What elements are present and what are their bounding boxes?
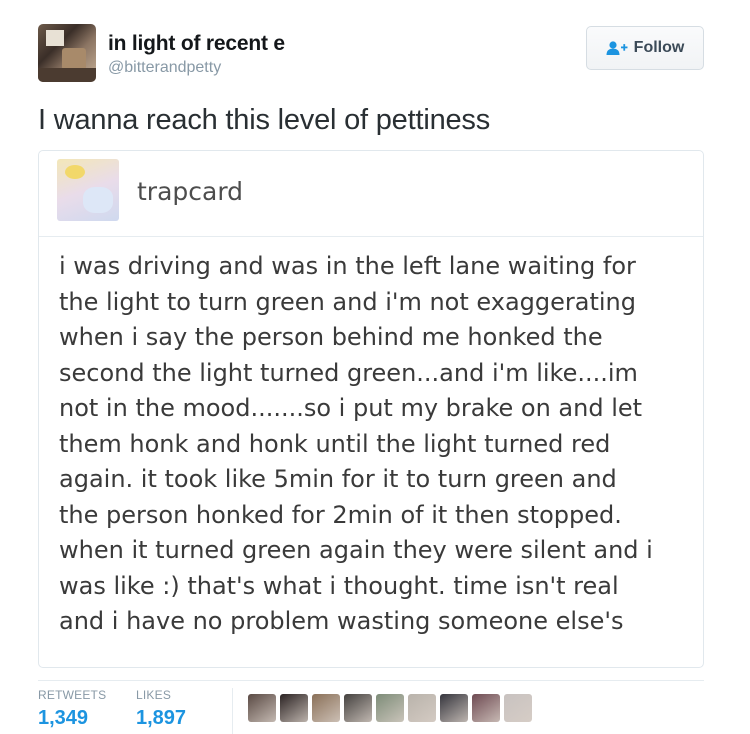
quoted-author-avatar[interactable]: [57, 159, 119, 221]
liker-avatar[interactable]: [312, 694, 340, 722]
liker-avatars: [248, 694, 532, 724]
tweet-header: in light of recent e @bitterandpetty Fol…: [38, 24, 704, 84]
author-avatar[interactable]: [38, 24, 96, 82]
liker-avatar[interactable]: [440, 694, 468, 722]
quoted-post-line: and i have no problem wasting someone el…: [59, 607, 624, 635]
liker-avatar[interactable]: [504, 694, 532, 722]
quoted-post-header: trapcard: [39, 151, 703, 237]
quoted-post-line: second the light turned green...and i'm …: [59, 358, 638, 387]
quoted-post-line: when it turned green again they were sil…: [59, 536, 653, 564]
retweets-count: 1,349: [38, 707, 89, 729]
likes-stat[interactable]: LIKES 1,897: [136, 688, 186, 730]
author-names[interactable]: in light of recent e @bitterandpetty: [108, 32, 285, 77]
liker-avatar[interactable]: [376, 694, 404, 722]
liker-avatar[interactable]: [344, 694, 372, 722]
quoted-post-body: i was driving and was in the left lane w…: [59, 249, 693, 640]
liker-avatar[interactable]: [472, 694, 500, 722]
likes-count: 1,897: [136, 707, 187, 729]
tweet-text: I wanna reach this level of pettiness: [38, 104, 491, 136]
quoted-post-line: was like :) that's what i thought. time …: [59, 571, 619, 600]
divider: [38, 680, 704, 681]
retweets-label: RETWEETS: [38, 688, 107, 702]
quoted-post-line: again. it took like 5min for it to turn …: [59, 465, 617, 493]
quoted-post-line: the person honked for 2min of it then st…: [59, 500, 622, 529]
quoted-post-line: the light to turn green and i'm not exag…: [59, 287, 636, 316]
liker-avatar[interactable]: [280, 694, 308, 722]
follow-button-label: Follow: [633, 39, 685, 56]
author-handle[interactable]: @bitterandpetty: [108, 59, 285, 77]
stats-separator: [232, 688, 233, 734]
liker-avatar[interactable]: [408, 694, 436, 722]
quoted-post-card[interactable]: trapcard i was driving and was in the le…: [38, 150, 704, 668]
follow-user-plus-icon: [606, 41, 628, 55]
likes-label: LIKES: [136, 688, 172, 702]
follow-button[interactable]: Follow: [586, 26, 704, 70]
quoted-post-line: not in the mood.......so i put my brake …: [59, 394, 643, 422]
quoted-post-line: i was driving and was in the left lane w…: [59, 252, 636, 280]
liker-avatar[interactable]: [248, 694, 276, 722]
quoted-post-line: when i say the person behind me honked t…: [59, 323, 603, 351]
quoted-post-line: them honk and honk until the light turne…: [59, 429, 611, 458]
author-display-name[interactable]: in light of recent e: [108, 32, 285, 56]
retweets-stat[interactable]: RETWEETS 1,349: [38, 688, 106, 730]
quoted-author-name[interactable]: trapcard: [137, 177, 243, 206]
